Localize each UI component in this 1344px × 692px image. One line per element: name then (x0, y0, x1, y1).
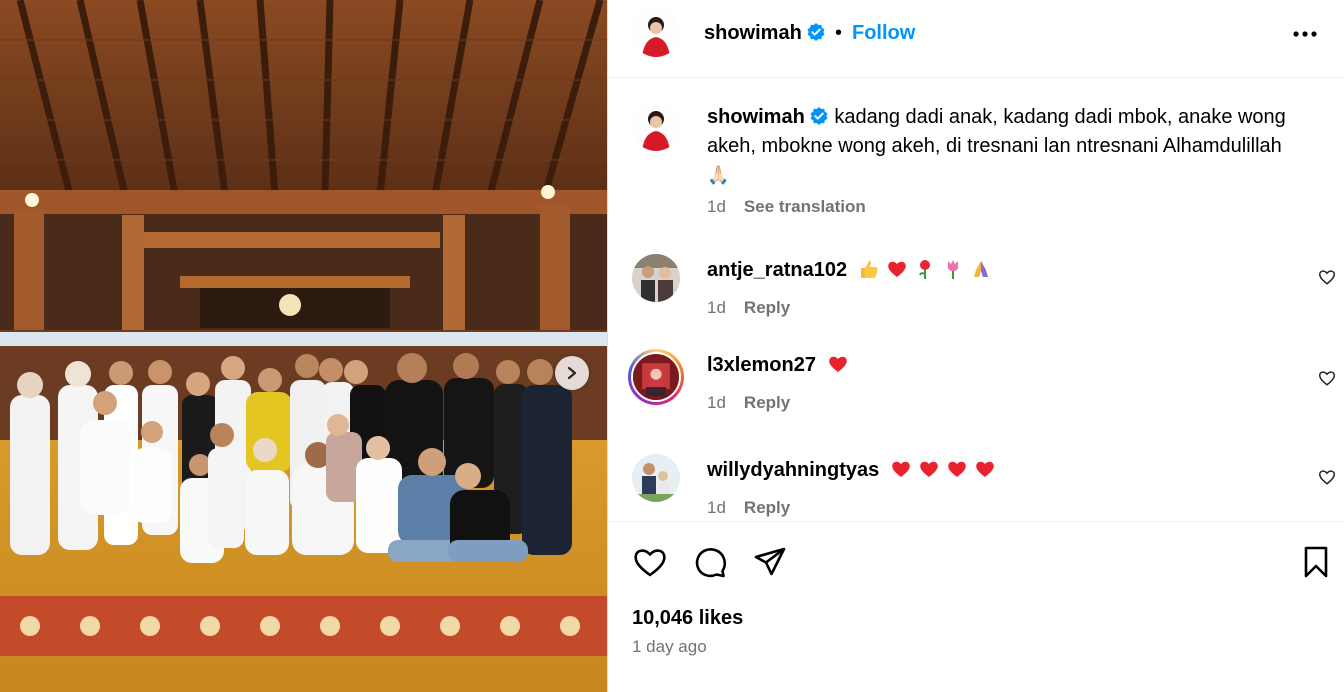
reply-button[interactable]: Reply (744, 298, 790, 317)
verified-badge-icon (810, 107, 828, 125)
comment-meta: 1d Reply (707, 393, 790, 413)
bookmark-icon[interactable] (1298, 544, 1334, 580)
post-actions-bar: 10,046 likes 1 day ago (608, 521, 1344, 691)
post-author-username[interactable]: showimah (704, 22, 826, 45)
post-photo (0, 0, 607, 692)
tulip-emoji-icon (948, 260, 959, 279)
comment-meta: 1d Reply (707, 498, 790, 518)
reply-button[interactable]: Reply (744, 498, 790, 517)
more-options-icon[interactable] (1290, 22, 1320, 46)
comment-age[interactable]: 1d (707, 298, 726, 317)
likes-count[interactable]: 10,046 likes (632, 607, 743, 630)
username-link[interactable]: showimah (704, 22, 802, 44)
comment-emojis (858, 259, 998, 281)
caption-text: showimah kadang dadi anak, kadang dadi m… (707, 103, 1322, 190)
comment-age[interactable]: 1d (707, 393, 726, 412)
profile-picture (632, 9, 680, 57)
comment-icon[interactable] (692, 544, 728, 580)
profile-picture (631, 352, 681, 402)
comment-username[interactable]: antje_ratna102 (707, 259, 847, 281)
comment-item: willydyahningtyas ❤️❤️❤️❤️ 1d Reply (608, 454, 1344, 521)
comment-username[interactable]: l3xlemon27 (707, 354, 816, 376)
red-heart-emoji-icon (948, 461, 967, 477)
rose-emoji-icon (919, 260, 931, 279)
separator-dot: • (835, 22, 843, 44)
heart-icon[interactable] (1318, 369, 1336, 387)
caption: showimah kadang dadi anak, kadang dadi m… (608, 99, 1344, 239)
reply-button[interactable]: Reply (744, 393, 790, 412)
caption-emoji: 🙏🏻 (707, 165, 730, 185)
red-heart-emoji-icon (829, 356, 847, 372)
see-translation-button[interactable]: See translation (744, 197, 866, 216)
post-header: showimah • Follow (608, 0, 1344, 78)
caption-username[interactable]: showimah (707, 106, 805, 128)
profile-picture (632, 454, 680, 502)
red-heart-emoji-icon (920, 461, 939, 477)
next-photo-button[interactable] (555, 356, 589, 390)
verified-badge-icon (807, 23, 825, 41)
comment-text: willydyahningtyas ❤️❤️❤️❤️ (707, 456, 1317, 485)
comment-username[interactable]: willydyahningtyas (707, 459, 879, 481)
avatar[interactable] (632, 103, 680, 151)
avatar[interactable] (632, 254, 680, 302)
comment-text: l3xlemon27 ❤️ (707, 351, 1317, 380)
heart-icon[interactable] (632, 544, 668, 580)
heart-icon[interactable] (1318, 468, 1336, 486)
red-heart-emoji-icon (976, 461, 995, 477)
caption-age[interactable]: 1d (707, 197, 726, 216)
post-details-panel: showimah • Follow showimah kadang dadi a… (607, 0, 1344, 692)
caption-meta: 1d See translation (707, 197, 866, 217)
paper-plane-icon[interactable] (752, 544, 788, 580)
profile-picture (632, 254, 680, 302)
avatar-story-ring[interactable] (628, 349, 684, 405)
chevron-right-icon (567, 366, 577, 380)
post-timestamp[interactable]: 1 day ago (632, 637, 707, 657)
thumbs-up-emoji-icon (861, 260, 878, 278)
avatar[interactable] (632, 454, 680, 502)
folded-hands-emoji-icon (974, 261, 989, 277)
profile-picture (632, 103, 680, 151)
follow-button[interactable]: Follow (852, 22, 915, 45)
comment-meta: 1d Reply (707, 298, 790, 318)
comments-list: showimah kadang dadi anak, kadang dadi m… (608, 79, 1344, 521)
red-heart-emoji-icon (892, 461, 911, 477)
group-photo-image (0, 0, 607, 692)
comment-item: l3xlemon27 ❤️ 1d Reply (608, 349, 1344, 439)
red-heart-emoji-icon (888, 261, 906, 277)
comment-item: antje_ratna102 👍❤️🌹🌷🙏 1d Reply (608, 254, 1344, 344)
heart-icon[interactable] (1318, 268, 1336, 286)
comment-age[interactable]: 1d (707, 498, 726, 517)
comment-text: antje_ratna102 👍❤️🌹🌷🙏 (707, 256, 1317, 285)
avatar[interactable] (632, 9, 680, 57)
